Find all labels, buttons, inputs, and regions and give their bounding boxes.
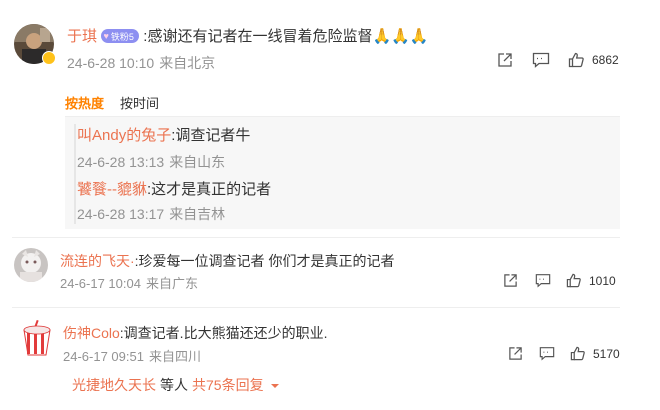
tab-time[interactable]: 按时间	[120, 96, 159, 111]
comment-username[interactable]: 流连的飞天·	[60, 253, 135, 269]
share-icon	[504, 274, 517, 287]
comment-username[interactable]: 于琪	[67, 28, 97, 45]
reply-date: 24-6-28 13:13	[77, 154, 165, 170]
reply-username[interactable]: 饕餮--貔貅	[77, 181, 147, 198]
share-icon	[509, 347, 522, 360]
more-replies-count[interactable]: 共75条回复	[192, 377, 264, 393]
more-replies-middle: 等人	[160, 377, 188, 393]
avatar[interactable]	[20, 319, 54, 356]
more-replies-link[interactable]: 光捷地久天长 等人 共75条回复	[72, 375, 280, 395]
comment-header: 伤神Colo:调查记者.比大熊猫还还少的职业.	[63, 323, 327, 343]
comment-location: 来自北京	[159, 55, 216, 71]
comment-date: 24-6-17 09:51	[63, 349, 144, 364]
tab-hot[interactable]: 按热度	[65, 96, 104, 111]
comment-location: 来自广东	[145, 276, 198, 291]
share-icon	[498, 53, 512, 67]
chevron-down-icon	[271, 384, 280, 388]
pray-emoji: 🙏🙏🙏	[372, 28, 429, 45]
comment-text: :感谢还有记者在一线冒着危险监督	[143, 28, 373, 45]
comment-header: 于琪 ♥ 铁粉5 :感谢还有记者在一线冒着危险监督🙏🙏🙏	[67, 25, 428, 46]
comment-icon	[532, 52, 550, 68]
more-replies-user[interactable]: 光捷地久天长	[72, 377, 156, 393]
comment-meta: 24-6-28 10:10 来自北京	[67, 53, 220, 73]
like-icon	[566, 273, 581, 288]
comment-username[interactable]: 伤神Colo	[63, 325, 120, 341]
like-count: 1010	[589, 273, 616, 288]
reply-location: 来自山东	[169, 154, 226, 170]
reply-username[interactable]: 叫Andy的兔子	[77, 127, 171, 144]
like-count: 5170	[593, 346, 620, 361]
comment-icon	[535, 274, 551, 288]
reply-date: 24-6-28 13:17	[77, 206, 165, 222]
reply-text: :调查记者牛	[171, 127, 251, 144]
like-icon	[570, 346, 585, 361]
reply-text: :这才是真正的记者	[147, 181, 272, 198]
reply-item: 饕餮--貔貅:这才是真正的记者	[77, 178, 271, 199]
share-button[interactable]	[497, 52, 513, 68]
share-button[interactable]	[503, 273, 518, 288]
like-button[interactable]: 1010	[566, 273, 616, 288]
comment-meta: 24-6-17 10:04 来自广东	[60, 273, 203, 292]
verified-icon	[42, 51, 56, 65]
fan-badge[interactable]: ♥ 铁粉5	[101, 29, 139, 43]
like-count: 6862	[592, 53, 619, 67]
comment-location: 来自四川	[148, 349, 201, 364]
comment-icon	[539, 347, 555, 361]
comment-header: 流连的飞天·:珍爱每一位调查记者 你们才是真正的记者	[60, 251, 394, 271]
reply-meta: 24-6-28 13:17 来自吉林	[77, 204, 230, 224]
comment-button[interactable]	[539, 346, 555, 361]
sort-tabs: 按热度 按时间	[65, 93, 159, 112]
reply-list: 叫Andy的兔子:调查记者牛 24-6-28 13:13 来自山东 饕餮--貔貅:…	[65, 117, 620, 229]
comment-text: :珍爱每一位调查记者 你们才是真正的记者	[134, 253, 395, 269]
comment-text: :调查记者.比大熊猫还还少的职业.	[119, 325, 328, 341]
share-button[interactable]	[508, 346, 523, 361]
comment-date: 24-6-28 10:10	[67, 55, 155, 71]
like-icon	[568, 52, 584, 68]
divider	[12, 307, 620, 308]
comment-button[interactable]	[535, 273, 551, 288]
like-button[interactable]: 5170	[570, 346, 620, 361]
like-button[interactable]: 6862	[568, 52, 619, 68]
avatar[interactable]	[14, 248, 48, 282]
reply-meta: 24-6-28 13:13 来自山东	[77, 152, 230, 172]
reply-item: 叫Andy的兔子:调查记者牛	[77, 124, 250, 145]
comment-date: 24-6-17 10:04	[60, 276, 141, 291]
comment-meta: 24-6-17 09:51 来自四川	[63, 346, 206, 365]
divider	[12, 237, 620, 238]
comment-button[interactable]	[532, 52, 550, 68]
reply-location: 来自吉林	[169, 206, 226, 222]
